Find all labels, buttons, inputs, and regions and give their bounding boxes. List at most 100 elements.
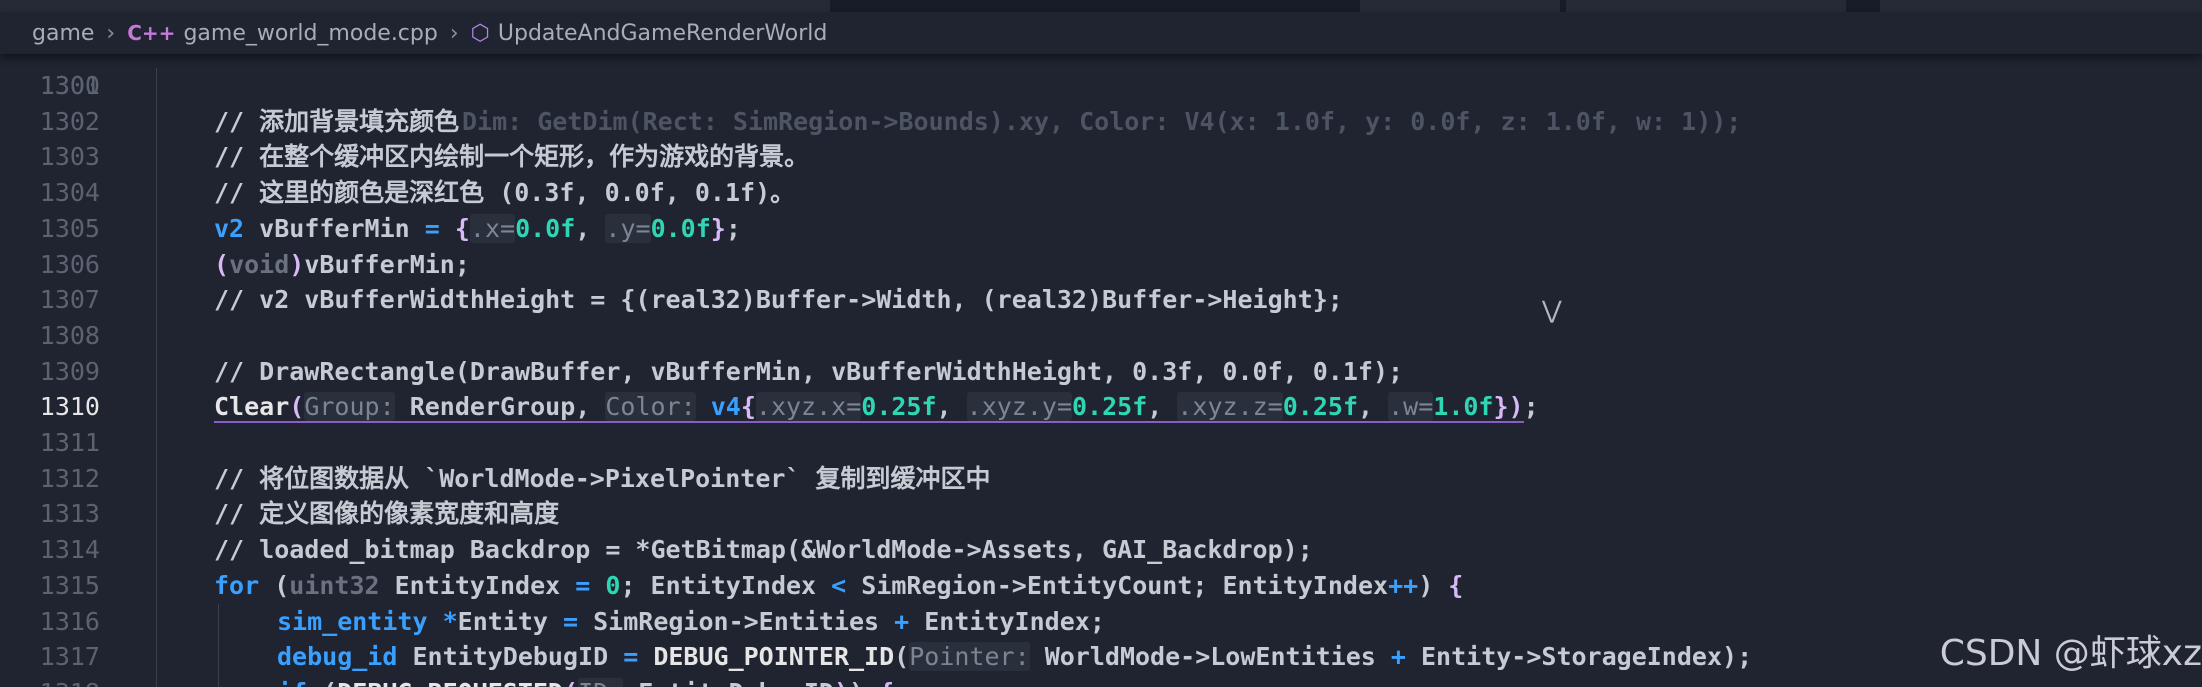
line-text: // v2 vBufferWidthHeight = {(real32)Buff… bbox=[214, 285, 1343, 315]
code-token: RenderGroup, bbox=[394, 392, 606, 422]
line-text: // 定义图像的像素宽度和高度 bbox=[214, 499, 560, 529]
code-line[interactable]: 1305 v2 vBufferMin = {.x=0.0f, .y=0.0f}; bbox=[0, 210, 2202, 247]
code-token: if bbox=[277, 678, 307, 687]
code-token: { bbox=[740, 392, 756, 422]
code-token: vBufferMin; bbox=[304, 249, 470, 279]
code-line[interactable]: 1310 Clear(Group: RenderGroup, Color: v4{… bbox=[0, 389, 2202, 426]
indent-guide bbox=[156, 103, 157, 140]
code-token: ; bbox=[725, 213, 741, 243]
code-line[interactable]: 1318if (DEBUG_REQUESTED(ID: EntityDebugI… bbox=[0, 674, 2202, 687]
code-token: ) bbox=[289, 249, 305, 279]
tab-strip-segment bbox=[1880, 0, 2202, 12]
code-line[interactable]: 1304 // 这里的颜色是深红色 (0.3f, 0.0f, 0.1f)。 bbox=[0, 175, 2202, 212]
indent-guide bbox=[156, 139, 157, 176]
line-text: // DrawRectangle(DrawBuffer, vBufferMin,… bbox=[214, 356, 1404, 386]
code-token: , bbox=[575, 213, 606, 243]
breadcrumb-file[interactable]: game_world_mode.cpp bbox=[183, 21, 437, 46]
code-line[interactable]: 1303 // 在整个缓冲区内绘制一个矩形，作为游戏的背景。 bbox=[0, 139, 2202, 176]
code-token: EntityIndex bbox=[379, 570, 576, 600]
code-token: ( bbox=[307, 678, 337, 687]
line-number: 1304 bbox=[39, 178, 100, 208]
line-number: 1308 bbox=[39, 320, 100, 350]
breadcrumb: game › C++ game_world_mode.cpp › ⬡ Updat… bbox=[0, 12, 2202, 54]
code-line[interactable]: 1311 bbox=[0, 425, 2202, 461]
code-line[interactable]: 1307 // v2 vBufferWidthHeight = {(real32)… bbox=[0, 282, 2202, 319]
code-token: { bbox=[879, 678, 894, 687]
line-number: 1302 bbox=[39, 106, 100, 136]
indent-guide bbox=[156, 532, 157, 569]
code-line[interactable]: 1302 // 添加背景填充颜色 bbox=[0, 103, 2202, 140]
cpp-file-icon: C++ bbox=[127, 21, 176, 45]
chevron-right-icon: › bbox=[449, 20, 459, 46]
breadcrumb-symbol[interactable]: UpdateAndGameRenderWorld bbox=[498, 21, 828, 46]
line-text: if (DEBUG_REQUESTED(ID: EntityDebugID)) … bbox=[277, 675, 894, 687]
code-token: ) bbox=[849, 678, 879, 687]
indent-guide bbox=[218, 674, 219, 687]
code-line[interactable]: 1316 sim_entity *Entity = SimRegion->Enti… bbox=[0, 603, 2202, 640]
code-line[interactable]: 1317 debug_id EntityDebugID = DEBUG_POINT… bbox=[0, 639, 2202, 676]
line-number: 1306 bbox=[39, 249, 100, 279]
code-line[interactable]: 1306 (void)vBufferMin; bbox=[0, 246, 2202, 283]
code-token: Entity->StorageIndex bbox=[1405, 642, 1723, 672]
line-number: 1307 bbox=[39, 285, 100, 315]
code-token: 1.0f bbox=[1433, 392, 1494, 422]
code-token: = bbox=[563, 606, 579, 636]
code-line[interactable]: 1309 // DrawRectangle(DrawBuffer, vBuffer… bbox=[0, 353, 2202, 390]
indent-guide bbox=[156, 246, 157, 283]
watermark: CSDN @虾球xz bbox=[1939, 633, 2202, 674]
inlay-hint: .x= bbox=[469, 213, 516, 243]
line-text: sim_entity *Entity = SimRegion->Entities… bbox=[277, 604, 1105, 640]
text-cursor-icon: ⋁ bbox=[1542, 296, 1562, 324]
code-token: ) bbox=[834, 678, 849, 687]
code-token: DEBUG_REQUESTED bbox=[337, 678, 563, 687]
indent-guide bbox=[156, 603, 157, 640]
line-text: Clear(Group: RenderGroup, Color: v4{.xyz… bbox=[214, 389, 1539, 425]
line-text: for (uint32 EntityIndex = 0; EntityIndex… bbox=[214, 568, 1463, 604]
code-token: 0.25f bbox=[1072, 392, 1148, 422]
indent-guide bbox=[156, 175, 157, 212]
code-line[interactable]: 1315 for (uint32 EntityIndex = 0; EntityI… bbox=[0, 567, 2202, 604]
code-token: , bbox=[936, 392, 967, 422]
code-token: uint32 bbox=[289, 570, 380, 600]
code-token: 0.0f bbox=[515, 213, 576, 243]
code-token: Clear bbox=[214, 392, 290, 422]
indent-guide bbox=[156, 353, 157, 390]
tab-strip-segment bbox=[1566, 0, 1846, 12]
line-number: 1309 bbox=[39, 356, 100, 386]
indent-guide bbox=[156, 68, 157, 104]
code-editor[interactable]: 1300 Dim: GetDim(Rect: SimRegion->Bounds… bbox=[0, 46, 2202, 687]
line-number: 1311 bbox=[39, 428, 100, 457]
code-token: ) bbox=[1418, 570, 1449, 600]
code-token: sim_entity bbox=[277, 606, 428, 636]
line-number: 1305 bbox=[39, 213, 100, 243]
breadcrumb-folder[interactable]: game bbox=[32, 21, 94, 46]
code-token: < bbox=[831, 570, 847, 600]
code-line[interactable]: 1312 // 将位图数据从 `WorldMode->PixelPointer` … bbox=[0, 460, 2202, 497]
code-token: = bbox=[575, 570, 591, 600]
line-number: 1312 bbox=[39, 463, 100, 493]
code-token: * bbox=[442, 606, 458, 636]
code-line[interactable]: 1308 bbox=[0, 317, 2202, 354]
code-token: } bbox=[710, 213, 726, 243]
code-line[interactable]: 1314 // loaded_bitmap Backdrop = *GetBitm… bbox=[0, 532, 2202, 569]
inlay-hint: Pointer: bbox=[909, 642, 1030, 672]
code-token: } bbox=[1493, 392, 1509, 422]
line-number: 1303 bbox=[39, 142, 100, 172]
code-line[interactable]: 1313 // 定义图像的像素宽度和高度 bbox=[0, 496, 2202, 533]
code-token: ( bbox=[259, 570, 290, 600]
code-line[interactable]: 1301 bbox=[0, 68, 2202, 104]
code-token: ( bbox=[563, 678, 578, 687]
code-token: EntityDebugID bbox=[623, 678, 834, 687]
line-number: 1310 bbox=[39, 392, 100, 422]
code-token: ; EntityIndex bbox=[620, 570, 832, 600]
inlay-hint: .xyz.y= bbox=[966, 392, 1072, 422]
indent-guide bbox=[156, 282, 157, 319]
indent-guide bbox=[156, 674, 157, 687]
line-text: // loaded_bitmap Backdrop = *GetBitmap(&… bbox=[214, 535, 1313, 565]
code-token: debug_id bbox=[277, 642, 398, 672]
inlay-hint: Group: bbox=[304, 392, 395, 422]
code-token: ++ bbox=[1388, 570, 1419, 600]
